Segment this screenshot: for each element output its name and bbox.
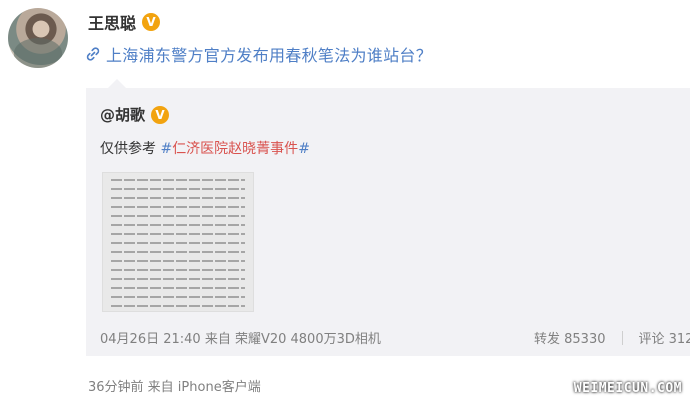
- link-icon: [84, 45, 102, 63]
- post-time-source: 36分钟前 来自 iPhone客户端: [88, 380, 261, 395]
- post-link-text[interactable]: 上海浦东警方官方发布用春秋笔法为谁站台？: [106, 42, 432, 66]
- topic-hash-open[interactable]: #: [160, 141, 172, 157]
- verified-badge-icon: V: [151, 105, 170, 124]
- watermark: WEIMEICUN.COM: [573, 381, 682, 396]
- document-thumbnail[interactable]: [102, 172, 254, 312]
- repost-author-row: @胡歌 V: [100, 104, 170, 125]
- avatar[interactable]: [8, 8, 68, 68]
- repost-meta: 04月26日 21:40 来自 荣耀V20 4800万3D相机: [100, 332, 381, 347]
- comment-count[interactable]: 评论 312: [639, 328, 690, 347]
- stat-divider: [621, 330, 623, 345]
- topic-hash-close[interactable]: #: [298, 141, 310, 157]
- post-author-row: 王思聪 V: [88, 10, 161, 34]
- repost-card: @胡歌 V 仅供参考 #仁济医院赵晓菁事件# 04月26日 21:40 来自 荣…: [86, 79, 690, 356]
- post-author-name[interactable]: 王思聪: [88, 10, 136, 34]
- verified-badge-icon: V: [142, 13, 161, 31]
- post-content: 上海浦东警方官方发布用春秋笔法为谁站台？: [84, 42, 432, 66]
- repost-author-name[interactable]: @胡歌: [100, 104, 145, 125]
- forward-count[interactable]: 转发 85330: [534, 328, 606, 347]
- repost-stats: 转发 85330 评论 312: [534, 328, 690, 347]
- repost-text-prefix: 仅供参考: [100, 141, 161, 157]
- repost-text: 仅供参考 #仁济医院赵晓菁事件#: [100, 138, 310, 158]
- topic-link[interactable]: 仁济医院赵晓菁事件: [172, 141, 298, 157]
